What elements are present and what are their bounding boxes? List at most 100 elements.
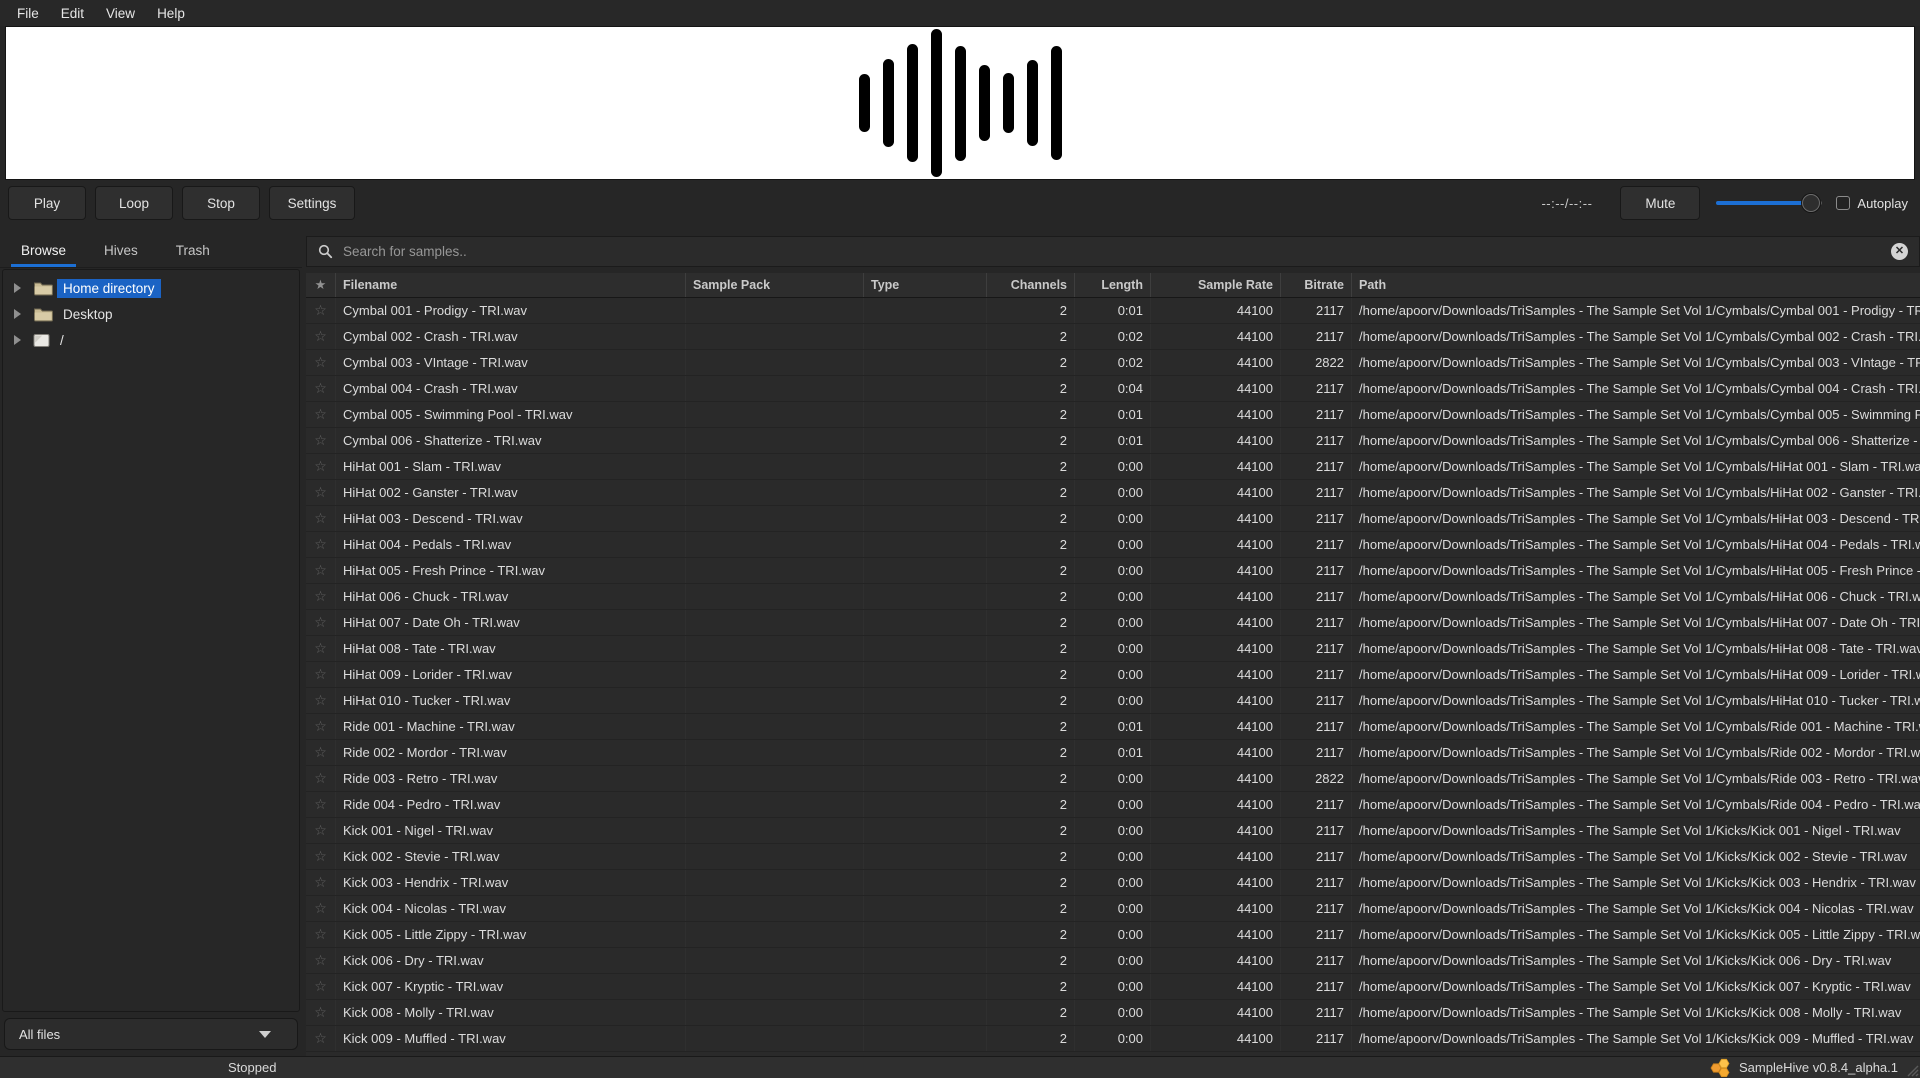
cell-path[interactable]: /home/apoorv/Downloads/TriSamples - The … <box>1352 896 1920 921</box>
table-row[interactable]: ☆Cymbal 001 - Prodigy - TRI.wav20:014410… <box>306 298 1920 324</box>
tab-trash[interactable]: Trash <box>163 236 223 267</box>
cell-type[interactable] <box>864 428 987 453</box>
cell-sample-rate[interactable]: 44100 <box>1151 480 1281 505</box>
cell-sample-rate[interactable]: 44100 <box>1151 324 1281 349</box>
cell-filename[interactable]: Cymbal 005 - Swimming Pool - TRI.wav <box>336 402 686 427</box>
cell-length[interactable]: 0:00 <box>1075 766 1151 791</box>
cell-sample-pack[interactable] <box>686 350 864 375</box>
cell-type[interactable] <box>864 766 987 791</box>
cell-bitrate[interactable]: 2117 <box>1281 610 1352 635</box>
cell-filename[interactable]: Ride 002 - Mordor - TRI.wav <box>336 740 686 765</box>
cell-sample-rate[interactable]: 44100 <box>1151 948 1281 973</box>
cell-sample-rate[interactable]: 44100 <box>1151 376 1281 401</box>
cell-filename[interactable]: Kick 009 - Muffled - TRI.wav <box>336 1026 686 1051</box>
table-row[interactable]: ☆HiHat 010 - Tucker - TRI.wav20:00441002… <box>306 688 1920 714</box>
cell-length[interactable]: 0:01 <box>1075 428 1151 453</box>
cell-type[interactable] <box>864 792 987 817</box>
cell-favorite[interactable]: ☆ <box>306 688 336 713</box>
cell-bitrate[interactable]: 2117 <box>1281 506 1352 531</box>
cell-type[interactable] <box>864 922 987 947</box>
cell-length[interactable]: 0:00 <box>1075 870 1151 895</box>
cell-sample-pack[interactable] <box>686 688 864 713</box>
cell-length[interactable]: 0:00 <box>1075 454 1151 479</box>
table-row[interactable]: ☆HiHat 006 - Chuck - TRI.wav20:004410021… <box>306 584 1920 610</box>
cell-bitrate[interactable]: 2117 <box>1281 428 1352 453</box>
cell-sample-rate[interactable]: 44100 <box>1151 844 1281 869</box>
cell-channels[interactable]: 2 <box>987 584 1075 609</box>
cell-favorite[interactable]: ☆ <box>306 792 336 817</box>
cell-favorite[interactable]: ☆ <box>306 1000 336 1025</box>
loop-button[interactable]: Loop <box>95 186 173 220</box>
cell-sample-pack[interactable] <box>686 402 864 427</box>
cell-path[interactable]: /home/apoorv/Downloads/TriSamples - The … <box>1352 1026 1920 1051</box>
cell-favorite[interactable]: ☆ <box>306 298 336 323</box>
cell-sample-pack[interactable] <box>686 324 864 349</box>
cell-sample-pack[interactable] <box>686 376 864 401</box>
cell-channels[interactable]: 2 <box>987 766 1075 791</box>
cell-bitrate[interactable]: 2822 <box>1281 766 1352 791</box>
cell-filename[interactable]: Cymbal 004 - Crash - TRI.wav <box>336 376 686 401</box>
cell-type[interactable] <box>864 402 987 427</box>
table-row[interactable]: ☆HiHat 003 - Descend - TRI.wav20:0044100… <box>306 506 1920 532</box>
cell-favorite[interactable]: ☆ <box>306 922 336 947</box>
cell-channels[interactable]: 2 <box>987 558 1075 583</box>
table-row[interactable]: ☆Kick 008 - Molly - TRI.wav20:0044100211… <box>306 1000 1920 1026</box>
cell-path[interactable]: /home/apoorv/Downloads/TriSamples - The … <box>1352 766 1920 791</box>
cell-sample-pack[interactable] <box>686 428 864 453</box>
cell-sample-pack[interactable] <box>686 896 864 921</box>
cell-channels[interactable]: 2 <box>987 1026 1075 1051</box>
cell-type[interactable] <box>864 324 987 349</box>
table-header[interactable]: ★FilenameSample PackTypeChannelsLengthSa… <box>306 273 1920 298</box>
cell-bitrate[interactable]: 2822 <box>1281 350 1352 375</box>
cell-sample-pack[interactable] <box>686 636 864 661</box>
favorite-star-icon[interactable]: ☆ <box>314 615 327 631</box>
cell-type[interactable] <box>864 610 987 635</box>
favorite-star-icon[interactable]: ☆ <box>314 719 327 735</box>
cell-filename[interactable]: HiHat 006 - Chuck - TRI.wav <box>336 584 686 609</box>
cell-path[interactable]: /home/apoorv/Downloads/TriSamples - The … <box>1352 974 1920 999</box>
cell-sample-pack[interactable] <box>686 948 864 973</box>
table-row[interactable]: ☆HiHat 007 - Date Oh - TRI.wav20:0044100… <box>306 610 1920 636</box>
cell-length[interactable]: 0:00 <box>1075 610 1151 635</box>
cell-channels[interactable]: 2 <box>987 974 1075 999</box>
cell-length[interactable]: 0:00 <box>1075 688 1151 713</box>
cell-length[interactable]: 0:00 <box>1075 506 1151 531</box>
cell-sample-rate[interactable]: 44100 <box>1151 1000 1281 1025</box>
cell-type[interactable] <box>864 896 987 921</box>
favorite-star-icon[interactable]: ☆ <box>314 511 327 527</box>
cell-favorite[interactable]: ☆ <box>306 974 336 999</box>
favorite-star-icon[interactable]: ☆ <box>314 329 327 345</box>
cell-favorite[interactable]: ☆ <box>306 376 336 401</box>
cell-favorite[interactable]: ☆ <box>306 480 336 505</box>
cell-type[interactable] <box>864 688 987 713</box>
autoplay-checkbox[interactable] <box>1836 196 1850 210</box>
table-row[interactable]: ☆HiHat 001 - Slam - TRI.wav20:0044100211… <box>306 454 1920 480</box>
cell-sample-pack[interactable] <box>686 844 864 869</box>
cell-sample-rate[interactable]: 44100 <box>1151 818 1281 843</box>
cell-filename[interactable]: Cymbal 002 - Crash - TRI.wav <box>336 324 686 349</box>
cell-type[interactable] <box>864 558 987 583</box>
cell-sample-pack[interactable] <box>686 610 864 635</box>
cell-length[interactable]: 0:00 <box>1075 896 1151 921</box>
cell-type[interactable] <box>864 506 987 531</box>
cell-length[interactable]: 0:00 <box>1075 532 1151 557</box>
cell-path[interactable]: /home/apoorv/Downloads/TriSamples - The … <box>1352 844 1920 869</box>
cell-sample-rate[interactable]: 44100 <box>1151 402 1281 427</box>
cell-sample-rate[interactable]: 44100 <box>1151 922 1281 947</box>
cell-bitrate[interactable]: 2117 <box>1281 376 1352 401</box>
cell-sample-rate[interactable]: 44100 <box>1151 792 1281 817</box>
cell-favorite[interactable]: ☆ <box>306 454 336 479</box>
header-bitrate[interactable]: Bitrate <box>1281 273 1352 297</box>
cell-path[interactable]: /home/apoorv/Downloads/TriSamples - The … <box>1352 714 1920 739</box>
expander-icon[interactable] <box>14 309 21 319</box>
table-row[interactable]: ☆Kick 005 - Little Zippy - TRI.wav20:004… <box>306 922 1920 948</box>
table-row[interactable]: ☆Kick 007 - Kryptic - TRI.wav20:00441002… <box>306 974 1920 1000</box>
cell-filename[interactable]: Cymbal 001 - Prodigy - TRI.wav <box>336 298 686 323</box>
cell-filename[interactable]: HiHat 008 - Tate - TRI.wav <box>336 636 686 661</box>
cell-filename[interactable]: HiHat 007 - Date Oh - TRI.wav <box>336 610 686 635</box>
cell-filename[interactable]: Kick 007 - Kryptic - TRI.wav <box>336 974 686 999</box>
cell-path[interactable]: /home/apoorv/Downloads/TriSamples - The … <box>1352 610 1920 635</box>
tab-browse[interactable]: Browse <box>8 236 79 267</box>
cell-type[interactable] <box>864 662 987 687</box>
cell-type[interactable] <box>864 636 987 661</box>
